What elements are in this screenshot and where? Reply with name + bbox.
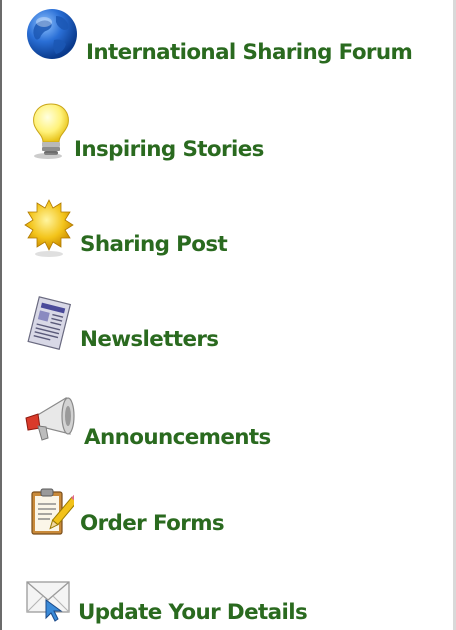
menu-item-label: Update Your Details [78, 600, 308, 624]
globe-icon [27, 9, 77, 59]
sidebar-menu: International Sharing Forum Inspiring St… [0, 0, 456, 630]
menu-item-label: Announcements [84, 425, 271, 449]
menu-item-announcements[interactable]: Announcements [22, 388, 302, 458]
menu-item-inspiring-stories[interactable]: Inspiring Stories [22, 102, 322, 172]
lightbulb-icon [33, 103, 69, 159]
menu-item-update-your-details[interactable]: Update Your Details [22, 572, 342, 630]
menu-item-label: Sharing Post [80, 232, 228, 256]
menu-item-sharing-post[interactable]: Sharing Post [22, 198, 272, 268]
menu-item-international-sharing-forum[interactable]: International Sharing Forum [22, 6, 442, 76]
menu-item-label: Order Forms [80, 511, 225, 535]
menu-item-newsletters[interactable]: Newsletters [22, 294, 242, 364]
menu-item-label: Newsletters [80, 327, 219, 351]
menu-item-label: International Sharing Forum [86, 40, 413, 64]
sun-icon [24, 199, 74, 257]
clipboard-pencil-icon [31, 488, 74, 535]
newspaper-icon [27, 296, 72, 350]
megaphone-icon [25, 397, 75, 441]
envelope-icon [26, 581, 70, 622]
menu-item-label: Inspiring Stories [74, 137, 264, 161]
menu-item-order-forms[interactable]: Order Forms [22, 486, 252, 550]
